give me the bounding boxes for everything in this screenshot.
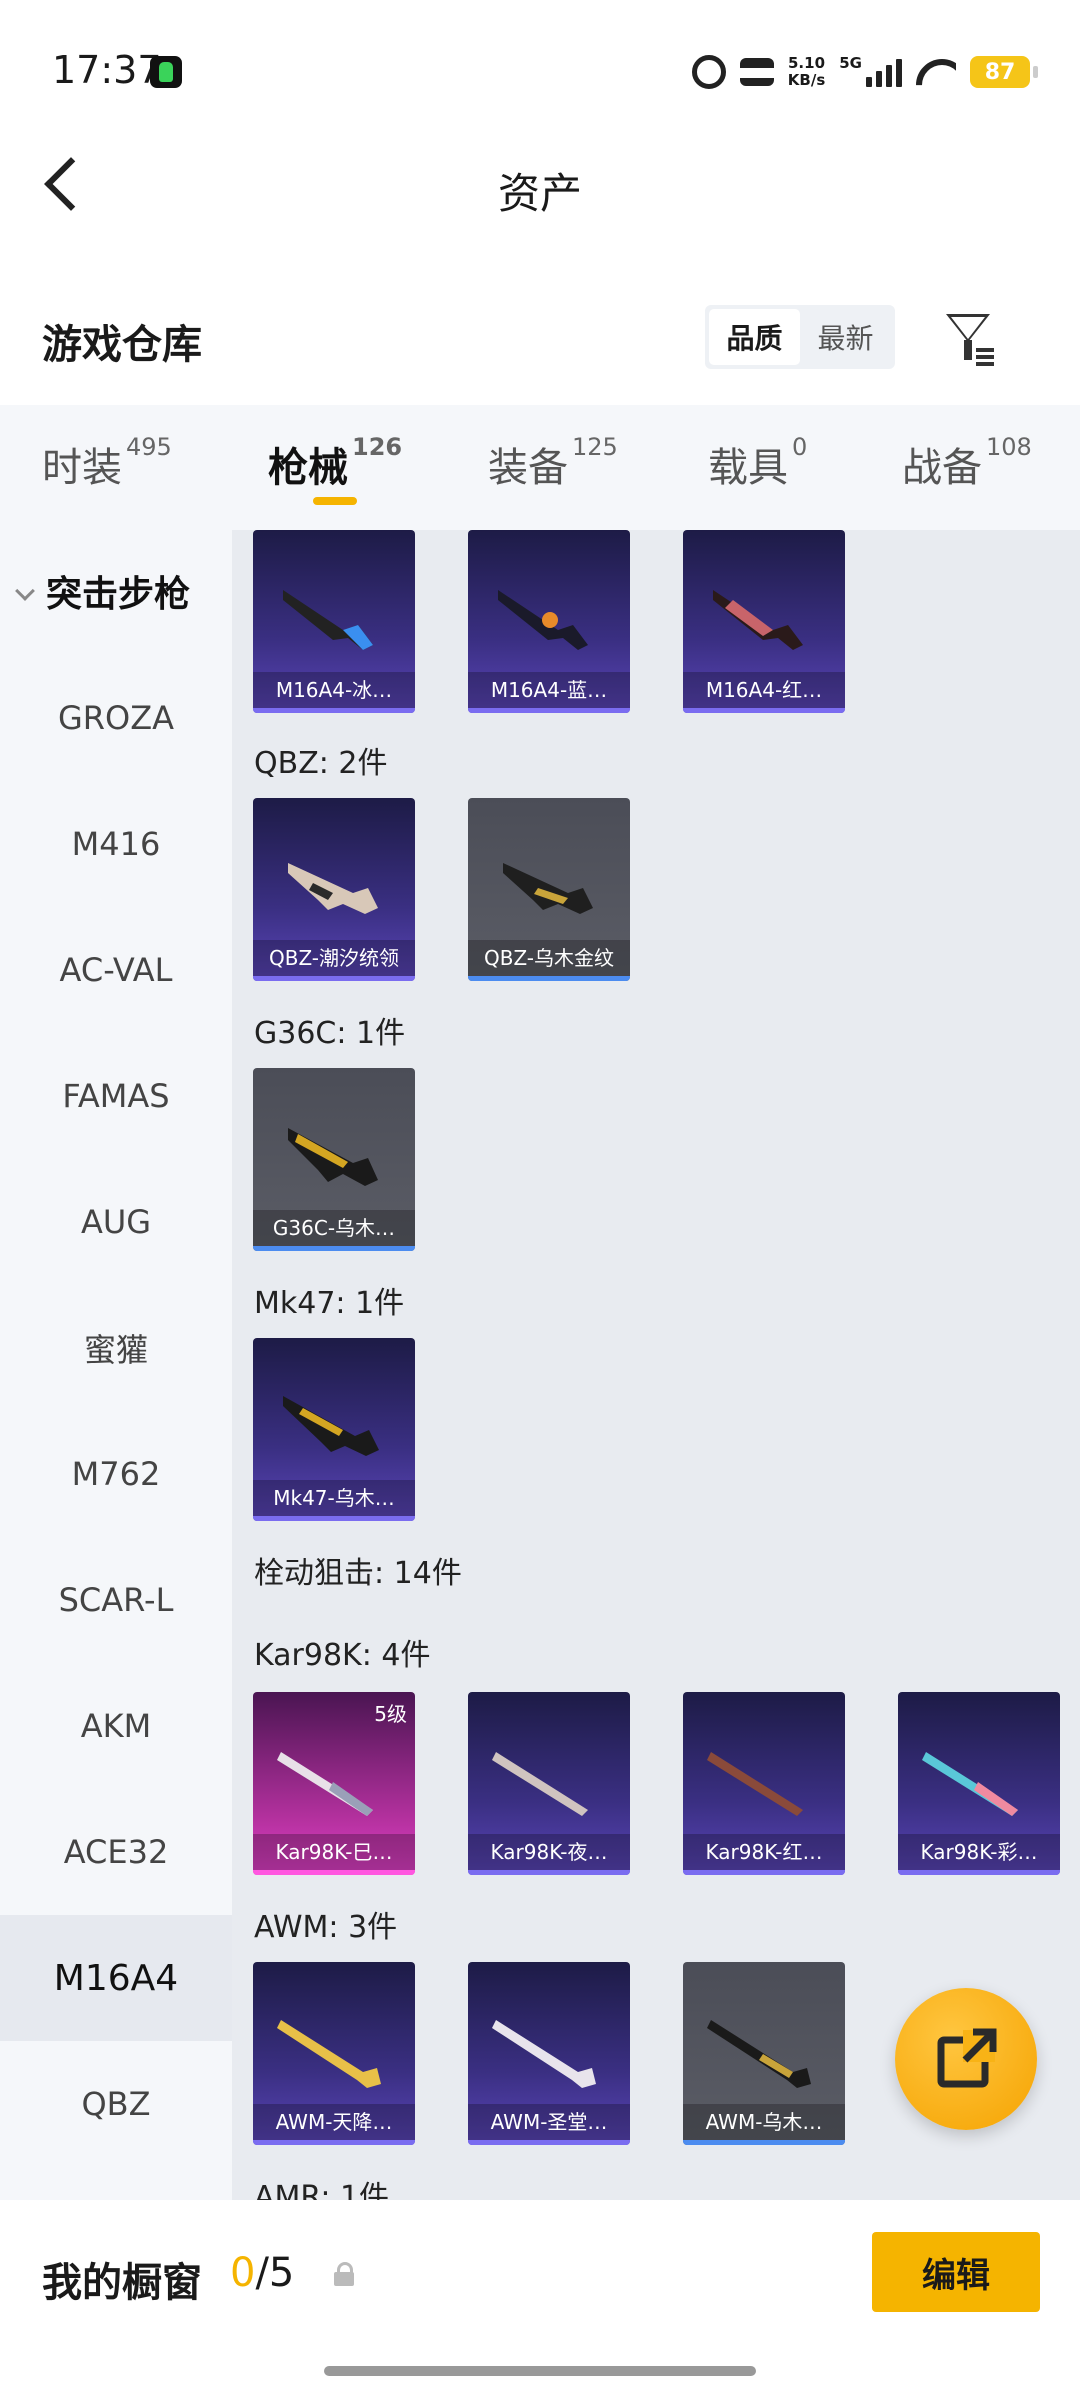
tab-fashion[interactable]: 时装 495 [42,433,172,493]
sidebar-item-famas[interactable]: FAMAS [0,1033,232,1159]
group-label: 栓动狙击: 14件 [254,1556,462,1591]
sort-newest-button[interactable]: 最新 [800,309,891,365]
share-icon [937,2028,997,2088]
category-tabs: 时装 495 枪械 126 装备 125 载具 0 战备 108 [0,405,1080,530]
item-card[interactable]: AWM-乌木… [683,1962,845,2145]
item-name: AWM-圣堂… [468,2104,630,2140]
app-icon [150,56,182,88]
item-card[interactable]: 5级 Kar98K-巳… [253,1692,415,1875]
item-card[interactable]: G36C-乌木… [253,1068,415,1251]
bed-icon [739,58,774,86]
home-indicator[interactable] [324,2366,756,2376]
item-name: Kar98K-巳… [253,1834,415,1870]
filter-icon[interactable] [946,312,1002,368]
rifle-icon [283,1396,379,1456]
tab-guns[interactable]: 枪械 126 [268,433,402,493]
section-title: 游戏仓库 [42,322,202,368]
sidebar-category-assault-rifle[interactable]: 突击步枪 [15,565,190,617]
group-label: AMR: 1件 [254,2180,390,2200]
rifle-icon [707,1752,803,1816]
group-label: Kar98K: 4件 [254,1638,431,1673]
sidebar-item-m16a4[interactable]: M16A4 [0,1915,232,2041]
status-bar: 17:37 5.10 KB/s 5G 87 [0,0,1080,140]
rifle-icon [277,1752,373,1816]
active-tab-indicator [313,497,357,505]
sidebar-item-ac-val[interactable]: AC-VAL [0,907,232,1033]
sidebar-item-m416[interactable]: M416 [0,781,232,907]
tab-supplies[interactable]: 战备 108 [902,433,1032,493]
item-name: AWM-天降… [253,2104,415,2140]
item-card[interactable]: Kar98K-红… [683,1692,845,1875]
showcase-count: 0/5 [230,2250,295,2296]
item-card[interactable]: Mk47-乌木… [253,1338,415,1521]
item-name: G36C-乌木… [253,1210,415,1246]
rifle-icon [498,590,588,650]
rifle-icon [492,2020,596,2088]
tab-vehicles[interactable]: 载具 0 [708,433,807,493]
item-name: M16A4-红… [683,672,845,708]
item-name: M16A4-冰… [253,672,415,708]
showcase-label: 我的橱窗 [42,2260,202,2306]
item-card[interactable]: Kar98K-夜… [468,1692,630,1875]
sidebar-item-ace32[interactable]: ACE32 [0,1789,232,1915]
signal-icon [866,57,902,87]
wifi-icon [916,57,956,87]
sidebar-item-honey-badger[interactable]: 蜜獾 [0,1285,232,1411]
item-card[interactable]: QBZ-乌木金纹 [468,798,630,981]
item-grid: M16A4-冰… M16A4-蓝… M16A4-红… QBZ: 2件 QBZ-潮… [232,530,1080,2200]
group-label: Mk47: 1件 [254,1286,405,1321]
status-time: 17:37 [52,48,162,92]
item-name: Kar98K-彩… [898,1834,1060,1870]
item-card[interactable]: M16A4-红… [683,530,845,713]
rifle-icon [922,1752,1018,1816]
item-name: QBZ-乌木金纹 [468,940,630,976]
sort-quality-button[interactable]: 品质 [709,309,800,365]
sidebar-item-groza[interactable]: GROZA [0,655,232,781]
net-speed: 5.10 KB/s [788,55,825,89]
item-card[interactable]: M16A4-冰… [253,530,415,713]
net-speed-unit: KB/s [787,71,826,89]
battery-icon: 87 [970,56,1038,88]
tab-equipment[interactable]: 装备 125 [488,433,618,493]
group-label: G36C: 1件 [254,1016,406,1051]
net-speed-value: 5.10 [788,54,826,72]
rifle-icon [492,1752,588,1816]
rifle-icon [283,590,373,650]
item-name: M16A4-蓝… [468,672,630,708]
group-label: AWM: 3件 [254,1910,398,1945]
sidebar-item-aug[interactable]: AUG [0,1159,232,1285]
item-card[interactable]: AWM-圣堂… [468,1962,630,2145]
rifle-icon [503,863,593,914]
rifle-icon [288,1128,378,1186]
status-icons: 5.10 KB/s 5G 87 [691,50,1038,94]
chevron-down-icon [15,581,35,601]
rifle-icon [707,2020,811,2088]
item-card[interactable]: Kar98K-彩… [898,1692,1060,1875]
share-button[interactable] [895,1988,1037,2130]
page-title: 资产 [497,169,582,218]
item-name: Mk47-乌木… [253,1480,415,1516]
alarm-icon [691,55,726,89]
rifle-icon [277,2020,381,2088]
item-card[interactable]: AWM-天降… [253,1962,415,2145]
network-type: 5G [839,54,862,72]
rifle-icon [288,863,378,914]
sidebar-item-akm[interactable]: AKM [0,1663,232,1789]
item-name: Kar98K-红… [683,1834,845,1870]
item-card[interactable]: QBZ-潮汐统领 [253,798,415,981]
sidebar-item-qbz[interactable]: QBZ [0,2041,232,2167]
item-card[interactable]: M16A4-蓝… [468,530,630,713]
edit-button[interactable]: 编辑 [872,2232,1040,2312]
rifle-icon [713,590,803,650]
item-name: AWM-乌木… [683,2104,845,2140]
sidebar-item-scar-l[interactable]: SCAR-L [0,1537,232,1663]
level-badge: 5级 [374,1702,407,1726]
item-name: Kar98K-夜… [468,1834,630,1870]
sort-toggle: 品质 最新 [705,305,895,369]
sidebar-item-m762[interactable]: M762 [0,1411,232,1537]
lock-icon [334,2262,356,2286]
group-label: QBZ: 2件 [254,746,388,781]
item-name: QBZ-潮汐统领 [253,940,415,976]
